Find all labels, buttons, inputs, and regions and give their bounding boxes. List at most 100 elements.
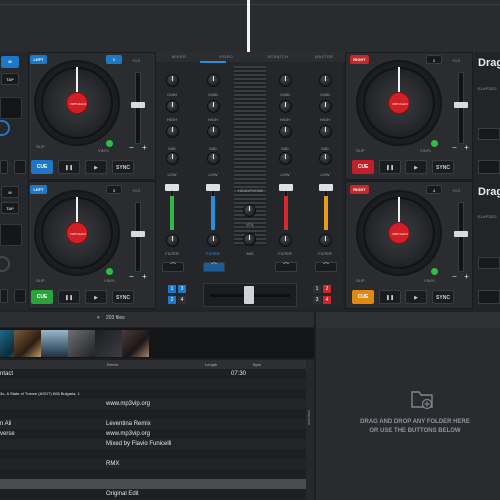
ch4-low-knob[interactable] <box>279 152 292 165</box>
ch4-filter-knob[interactable] <box>279 234 292 247</box>
deck-3-number[interactable]: 3 <box>106 185 122 194</box>
deck-2-cue-button[interactable]: CUE <box>352 160 374 174</box>
deck-1-pitch-plus[interactable]: + <box>140 143 149 152</box>
deck-2-pause-button[interactable]: ❚❚ <box>379 160 401 174</box>
crossfader-assign-left-3[interactable]: 3 <box>178 285 186 293</box>
thumbnail-2[interactable] <box>14 330 41 357</box>
tab-scratch[interactable]: SCRATCH <box>257 53 299 61</box>
deck-3-pitch-plus[interactable]: + <box>140 272 149 281</box>
table-row[interactable] <box>0 479 306 489</box>
deck-2-number[interactable]: 2 <box>426 55 442 64</box>
thumbnail-4[interactable] <box>68 330 95 357</box>
deck-1-sync-button[interactable]: SYNC <box>112 160 134 174</box>
deck-1-pitch-handle[interactable] <box>131 102 145 108</box>
deck-4-number[interactable]: 4 <box>426 185 442 194</box>
deck-1-jogwheel[interactable]: VIRTUALDJ <box>34 60 120 146</box>
crossfader-assign-right-4[interactable]: 4 <box>323 296 331 304</box>
ch1-headphone-cue-icon[interactable]: ⌒ <box>162 262 184 272</box>
deck-4-cue-button[interactable]: CUE <box>352 290 374 304</box>
deck-3-pitch-slider[interactable] <box>135 202 141 272</box>
left-edge-button-3[interactable] <box>0 289 8 303</box>
deck-2-pitch-slider[interactable] <box>458 72 464 144</box>
table-row[interactable] <box>0 449 306 459</box>
deck-4-pitch-slider[interactable] <box>458 202 464 272</box>
ch1-filter-knob[interactable] <box>166 234 179 247</box>
deck-3-vinyl-led[interactable] <box>106 268 113 275</box>
deck-4-pitch-handle[interactable] <box>454 231 468 237</box>
deck-3-sync-button[interactable]: SYNC <box>112 290 134 304</box>
deck-4-play-button[interactable]: ▶ <box>405 290 427 304</box>
tab-mixer[interactable]: MIXER <box>161 53 197 61</box>
ch2-high-knob[interactable] <box>319 100 332 113</box>
sideview-tab[interactable]: SIDEVIEW <box>306 360 314 500</box>
table-row[interactable]: Original Edit <box>0 489 306 499</box>
column-remix[interactable]: Remix <box>107 362 118 367</box>
ch1-high-knob[interactable] <box>166 100 179 113</box>
crossfader-assign-left-2[interactable]: 2 <box>168 296 176 304</box>
ch2-fader-cap[interactable] <box>319 184 333 191</box>
left-edge-button-4[interactable] <box>14 289 26 303</box>
headphone-volume-knob[interactable] <box>243 204 256 217</box>
table-row[interactable] <box>0 469 306 479</box>
deck-1-cue-button[interactable]: CUE <box>31 160 53 174</box>
tap-button-2[interactable]: TAP <box>1 202 19 214</box>
table-row[interactable]: n Ali Leventina Remix <box>0 419 306 429</box>
deck-4-side-button[interactable]: RIGHT <box>350 185 369 194</box>
deck-1-side-button[interactable]: LEFT <box>30 55 47 64</box>
folder-add-icon[interactable] <box>410 388 434 410</box>
ch4-high-knob[interactable] <box>279 100 292 113</box>
table-row[interactable]: ntact 07:30 <box>0 369 306 379</box>
deck-1-vinyl-led[interactable] <box>106 140 113 147</box>
chevron-down-icon[interactable]: ▾ <box>97 315 100 321</box>
deck-2-play-button[interactable]: ▶ <box>405 160 427 174</box>
ch1-fader-cap[interactable] <box>165 184 179 191</box>
deck-3-pause-button[interactable]: ❚❚ <box>58 290 80 304</box>
deck-1-pitch-slider[interactable] <box>135 72 141 144</box>
deck-1-pause-button[interactable]: ❚❚ <box>58 160 80 174</box>
tap-button-1[interactable]: TAP <box>1 73 19 85</box>
m-button-1[interactable]: M <box>1 56 19 68</box>
ch4-fader-cap[interactable] <box>279 184 293 191</box>
deck-2-vinyl-led[interactable] <box>431 140 438 147</box>
ch4-gain-knob[interactable] <box>279 74 292 87</box>
ch1-mid-knob[interactable] <box>166 125 179 138</box>
ch3-gain-knob[interactable] <box>207 74 220 87</box>
table-row[interactable]: 3x- A State of Trance (ASOT) 608 Bulgari… <box>0 389 306 399</box>
table-row[interactable] <box>0 409 306 419</box>
deck-4-pitch-plus[interactable]: + <box>462 272 471 281</box>
deck-3-pitch-minus[interactable]: − <box>127 272 136 281</box>
ch2-low-knob[interactable] <box>319 152 332 165</box>
crossfader-assign-left-1[interactable]: 1 <box>168 285 176 293</box>
deck-1-pitch-minus[interactable]: − <box>127 143 136 152</box>
ch3-mid-knob[interactable] <box>207 125 220 138</box>
ch2-headphone-cue-icon[interactable]: ⌒ <box>315 262 337 272</box>
crossfader-assign-left-4[interactable]: 4 <box>178 296 186 304</box>
deck-4-sync-button[interactable]: SYNC <box>432 290 454 304</box>
deck-2-track-button[interactable] <box>478 128 500 140</box>
deck-4-extra-button[interactable] <box>478 290 500 304</box>
thumbnail-3[interactable] <box>41 330 68 357</box>
ch2-filter-knob[interactable] <box>319 234 332 247</box>
table-row[interactable]: verse www.mp3vip.org <box>0 429 306 439</box>
table-row[interactable]: Mixed by Flavio Funicelli <box>0 439 306 449</box>
column-length[interactable]: Length <box>205 362 217 367</box>
m-button-2[interactable]: M <box>1 186 19 198</box>
ch3-filter-knob[interactable] <box>207 234 220 247</box>
thumbnail-6[interactable] <box>122 330 149 357</box>
ch3-headphone-cue-icon[interactable]: ⌒ <box>203 262 225 272</box>
ch3-high-knob[interactable] <box>207 100 220 113</box>
deck-3-cue-button[interactable]: CUE <box>31 290 53 304</box>
deck-2-pitch-plus[interactable]: + <box>462 143 471 152</box>
crossfader-assign-right-3[interactable]: 3 <box>313 296 321 304</box>
thumbnail-5[interactable] <box>95 330 122 357</box>
deck-1-number[interactable]: 1 <box>106 55 122 64</box>
deck-2-sync-button[interactable]: SYNC <box>432 160 454 174</box>
table-row[interactable]: www.mp3vip.org <box>0 399 306 409</box>
deck-4-jogwheel[interactable]: VIRTUALDJ <box>356 190 442 276</box>
table-row[interactable] <box>0 379 306 389</box>
deck-3-jogwheel[interactable]: VIRTUALDJ <box>34 190 120 276</box>
deck-2-pitch-handle[interactable] <box>454 102 468 108</box>
crossfader[interactable] <box>203 283 297 307</box>
left-edge-button-1[interactable] <box>0 160 8 174</box>
ch3-low-knob[interactable] <box>207 152 220 165</box>
